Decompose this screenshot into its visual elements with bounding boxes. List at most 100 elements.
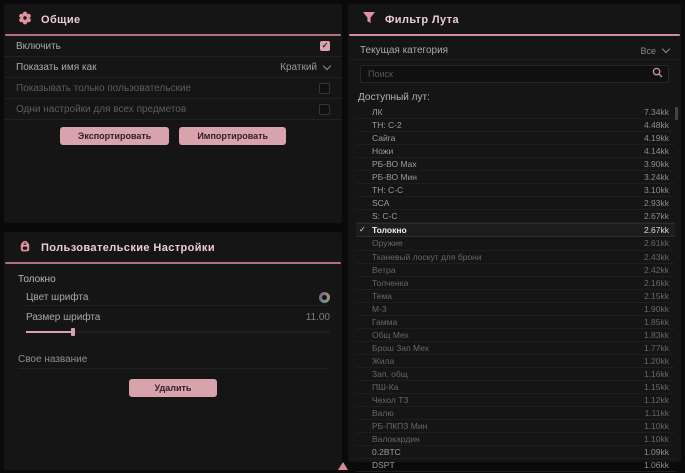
loot-item-value: 1.06kk — [644, 460, 669, 470]
loot-item-value: 3.10kk — [644, 185, 669, 195]
loot-item-name: Ветра — [372, 265, 395, 275]
loot-item-name: ТН: С-С — [372, 185, 403, 195]
loot-item-value: 4.14kk — [644, 146, 669, 156]
loot-item[interactable]: Валокардин1.10kk — [356, 433, 675, 446]
available-loot-label: Доступный лут: — [348, 83, 681, 106]
loot-item[interactable]: РБ-ВО Мин3.24kk — [356, 171, 675, 184]
loot-item-value: 1.83kk — [644, 330, 669, 340]
gear-icon — [18, 11, 32, 30]
loot-item-value: 1.15kk — [644, 382, 669, 392]
loot-item-value: 2.42kk — [644, 265, 669, 275]
selected-item-name: Толокно — [4, 264, 342, 289]
loot-item[interactable]: ТН: С-24.48kk — [356, 119, 675, 132]
loot-item-name: ТН: С-2 — [372, 120, 402, 130]
general-panel-header: Общие — [4, 4, 342, 34]
category-dropdown[interactable]: Все — [640, 46, 669, 56]
loot-item[interactable]: Чехол ТЗ1.12kk — [356, 394, 675, 407]
loot-item[interactable]: Валю1.11kk — [356, 407, 675, 420]
loot-item[interactable]: Ветра 2.42kk — [356, 264, 675, 277]
custom-panel-title: Пользовательские Настройки — [41, 242, 215, 254]
bottom-marker-icon — [338, 462, 348, 470]
loot-item-value: 1.10kk — [644, 434, 669, 444]
loot-item[interactable]: ПШ-Ка 1.15kk — [356, 381, 675, 394]
loot-item[interactable]: Оружие2.61kk — [356, 237, 675, 250]
delete-button-row: Удалить — [4, 379, 342, 397]
same-settings-checkbox[interactable] — [319, 104, 330, 115]
category-value: Все — [640, 46, 656, 56]
only-custom-row: Показывать только пользовательские — [4, 78, 342, 99]
loot-item-value: 1.11kk — [645, 408, 669, 418]
loot-item[interactable]: М-3 1.90kk — [356, 303, 675, 316]
font-color-label: Цвет шрифта — [26, 292, 88, 303]
loot-item[interactable]: Сайга4.19kk — [356, 132, 675, 145]
name-display-label: Показать имя как — [16, 62, 96, 73]
loot-item[interactable]: Тканевый лоскут для брони2.43kk — [356, 251, 675, 264]
loot-item[interactable]: Жила1.20kk — [356, 355, 675, 368]
loot-item[interactable]: Брош Зап Мех1.77kk — [356, 342, 675, 355]
export-button[interactable]: Экспортировать — [60, 127, 169, 145]
slider-handle[interactable] — [71, 328, 75, 336]
loot-item-value: 1.09kk — [644, 447, 669, 457]
chevron-down-icon — [323, 61, 331, 69]
font-size-label: Размер шрифта — [26, 312, 100, 323]
name-display-dropdown[interactable]: Краткий — [280, 62, 330, 73]
loot-item[interactable]: ✓Толокно2.67kk — [356, 223, 675, 237]
loot-item-name: Тема — [372, 291, 392, 301]
search-input[interactable] — [366, 68, 630, 80]
loot-item-name: Общ Мех — [372, 330, 409, 340]
only-custom-label: Показывать только пользовательские — [16, 83, 191, 94]
custom-name-label: Свое название — [18, 354, 87, 365]
loot-item[interactable]: Гамма1.85kk — [356, 316, 675, 329]
loot-item-name: Ножи — [372, 146, 393, 156]
loot-item-name: SCA — [372, 198, 389, 208]
loot-item[interactable]: РБ-ВО Мах3.90kk — [356, 158, 675, 171]
loot-item-value: 2.43kk — [644, 252, 669, 262]
loot-item[interactable]: S: С-С2.67kk — [356, 210, 675, 223]
loot-item-name: Брош Зап Мех — [372, 343, 429, 353]
check-icon: ✓ — [359, 225, 366, 234]
color-wheel-icon[interactable] — [319, 292, 330, 303]
loot-item[interactable]: ЛК7.34kk — [356, 106, 675, 119]
custom-name-field[interactable]: Свое название — [18, 350, 328, 369]
loot-item-name: Толченка — [372, 278, 408, 288]
only-custom-checkbox[interactable] — [319, 83, 330, 94]
loot-item[interactable]: Толченка 2.16kk — [356, 277, 675, 290]
font-size-row: Размер шрифта 11.00 — [26, 309, 330, 325]
category-row: Текущая категория Все — [348, 42, 681, 60]
loot-item[interactable]: ТН: С-С 3.10kk — [356, 184, 675, 197]
search-icon[interactable] — [652, 65, 663, 83]
loot-item-name: Сайга — [372, 133, 395, 143]
loot-item[interactable]: SCA 2.93kk — [356, 197, 675, 210]
font-color-row: Цвет шрифта — [26, 289, 330, 306]
delete-button[interactable]: Удалить — [129, 379, 218, 397]
enable-checkbox[interactable]: ✓ — [320, 41, 330, 51]
filter-panel-title: Фильтр Лута — [385, 14, 459, 26]
loot-item[interactable]: Зап. общ1.16kk — [356, 368, 675, 381]
chevron-down-icon — [662, 45, 670, 53]
name-display-row: Показать имя как Краткий — [4, 57, 342, 78]
enable-label: Включить — [16, 41, 61, 52]
loot-item-name: М-3 — [372, 304, 387, 314]
import-button[interactable]: Импортировать — [179, 127, 286, 145]
slider-fill — [26, 331, 72, 333]
loot-item-name: ПШ-Ка — [372, 382, 398, 392]
loot-item-name: Зап. общ — [372, 369, 408, 379]
scrollbar-thumb[interactable] — [675, 107, 678, 120]
loot-item-value: 1.90kk — [644, 304, 669, 314]
enable-row: Включить ✓ — [4, 36, 342, 57]
loot-item-value: 2.93kk — [644, 198, 669, 208]
loot-item-name: Оружие — [372, 238, 403, 248]
backpack-icon — [18, 239, 32, 258]
loot-item-value: 3.90kk — [644, 159, 669, 169]
loot-item[interactable]: 0.2BTC 1.09kk — [356, 446, 675, 459]
loot-item-value: 1.20kk — [644, 356, 669, 366]
loot-item[interactable]: Ножи 4.14kk — [356, 145, 675, 158]
loot-item-name: 0.2BTC — [372, 447, 401, 457]
loot-item[interactable]: DSPT1.06kk — [356, 459, 675, 472]
loot-item[interactable]: РБ-ПКПЗ Мин1.10kk — [356, 420, 675, 433]
loot-item-value: 2.67kk — [644, 211, 669, 221]
loot-item[interactable]: Общ Мех 1.83kk — [356, 329, 675, 342]
font-size-slider[interactable] — [26, 328, 330, 336]
loot-item[interactable]: Тема2.15kk — [356, 290, 675, 303]
loot-item-value: 2.16kk — [644, 278, 669, 288]
